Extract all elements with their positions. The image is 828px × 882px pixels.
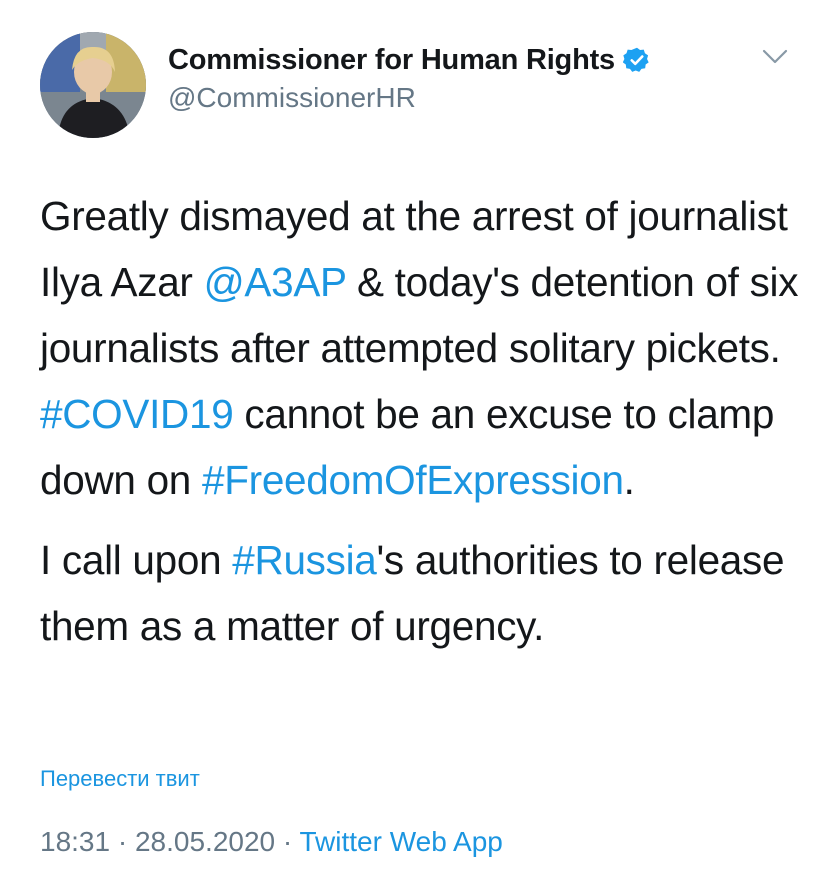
avatar-photo-icon [40, 32, 146, 138]
display-name-row: Commissioner for Human Rights [168, 42, 651, 78]
hashtag-link-covid19[interactable]: #COVID19 [40, 391, 234, 437]
hashtag-link-russia[interactable]: #Russia [232, 537, 377, 583]
hashtag-link-freedomofexpression[interactable]: #FreedomOfExpression [202, 457, 624, 503]
chevron-down-icon[interactable] [762, 48, 788, 66]
translate-tweet-link[interactable]: Перевести твит [40, 766, 200, 792]
tweet-source-link[interactable]: Twitter Web App [300, 826, 503, 857]
tweet-card: Commissioner for Human Rights @Commissio… [0, 0, 828, 882]
separator: · [110, 826, 135, 857]
tweet-paragraph-1: Greatly dismayed at the arrest of journa… [40, 183, 800, 513]
text-segment: I call upon [40, 537, 233, 583]
text-segment: . [623, 457, 635, 503]
verified-badge-icon [622, 46, 651, 74]
tweet-time[interactable]: 18:31 [40, 826, 110, 857]
tweet-metadata: 18:31 · 28.05.2020 · Twitter Web App [40, 826, 503, 858]
tweet-text: Greatly dismayed at the arrest of journa… [40, 183, 800, 659]
user-handle[interactable]: @CommissionerHR [168, 82, 651, 114]
avatar[interactable] [40, 32, 146, 138]
tweet-header: Commissioner for Human Rights @Commissio… [40, 32, 800, 138]
user-info: Commissioner for Human Rights @Commissio… [168, 42, 651, 114]
tweet-paragraph-2: I call upon #Russia's authorities to rel… [40, 527, 800, 659]
separator: · [275, 826, 300, 857]
mention-link[interactable]: @A3AP [204, 259, 347, 305]
display-name[interactable]: Commissioner for Human Rights [168, 44, 615, 77]
tweet-date[interactable]: 28.05.2020 [135, 826, 275, 857]
